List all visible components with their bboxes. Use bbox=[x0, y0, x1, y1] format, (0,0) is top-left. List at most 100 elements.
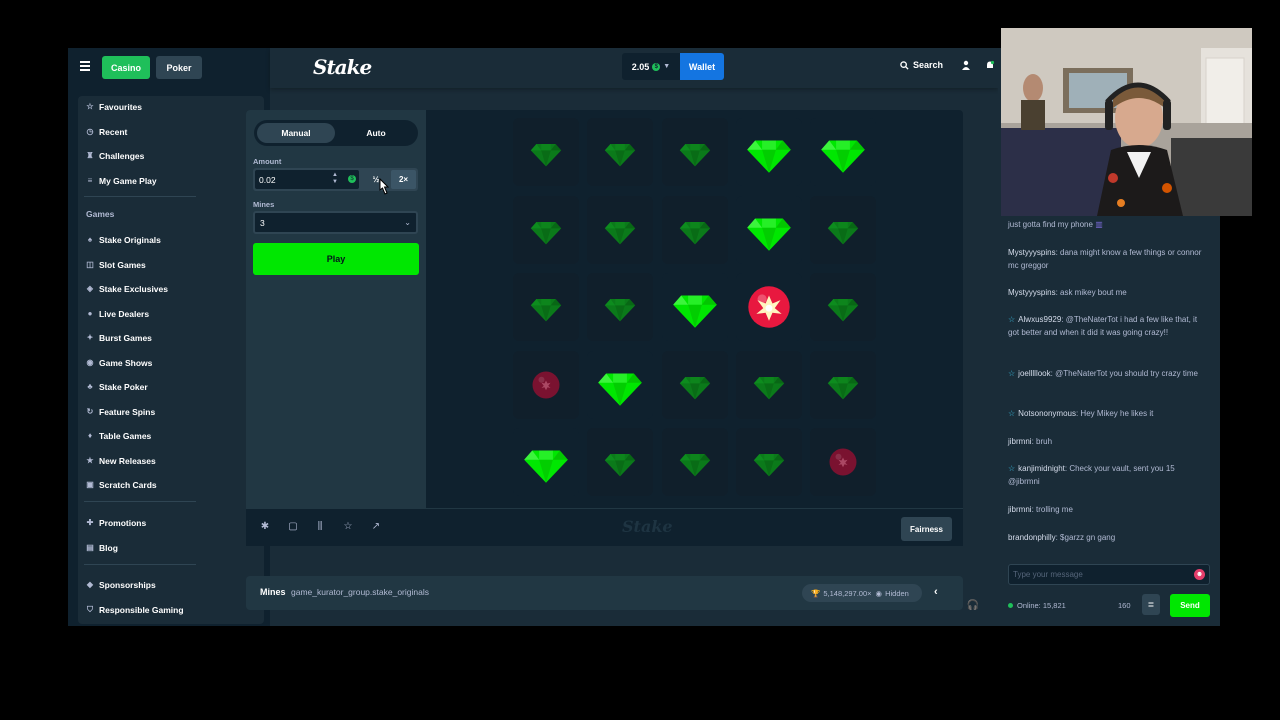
gem-tile-r2-c5[interactable] bbox=[810, 195, 877, 264]
gem-icon bbox=[524, 450, 568, 483]
sidebar-item-responsible-gaming[interactable]: ⛉ Responsible Gaming bbox=[86, 602, 184, 618]
chat-message-input[interactable]: Type your message ☻ bbox=[1008, 564, 1210, 585]
chat-username[interactable]: jibrmni bbox=[1008, 437, 1032, 446]
gem-tile-r4-c4[interactable] bbox=[735, 350, 802, 419]
chat-username[interactable]: joelllllook bbox=[1018, 369, 1050, 378]
burst-icon: ✦ bbox=[86, 333, 94, 342]
gem-icon bbox=[605, 299, 636, 322]
tab-manual[interactable]: Manual bbox=[257, 123, 335, 143]
sidebar-item-label: Game Shows bbox=[99, 358, 153, 368]
gem-tile-r2-c1[interactable] bbox=[513, 195, 579, 264]
wallet-button[interactable]: Wallet bbox=[680, 53, 724, 80]
sidebar-item-live-dealers[interactable]: ● Live Dealers bbox=[86, 306, 150, 322]
mines-select[interactable]: 3 ⌄ bbox=[253, 211, 418, 234]
gem-icon bbox=[679, 376, 710, 399]
chat-rules-icon[interactable]: ≣ bbox=[1142, 594, 1160, 615]
sidebar-item-game-shows[interactable]: ◉ Game Shows bbox=[86, 355, 153, 371]
settings-icon[interactable]: ✱ bbox=[259, 521, 271, 533]
gem-icon bbox=[679, 144, 710, 167]
sidebar-item-stake-originals[interactable]: ♠ Stake Originals bbox=[86, 232, 161, 248]
tab-poker[interactable]: Poker bbox=[156, 56, 202, 79]
sidebar-item-recent[interactable]: ◷ Recent bbox=[86, 124, 128, 140]
record-badge[interactable]: 🏆 5,148,297.00× ◉ Hidden bbox=[802, 584, 922, 602]
gem-tile-r1-c1[interactable] bbox=[513, 118, 579, 186]
chat-username[interactable]: kanjimidnight bbox=[1018, 464, 1065, 473]
balance-selector[interactable]: 2.05 $ ▼ bbox=[622, 53, 680, 80]
tab-auto[interactable]: Auto bbox=[337, 123, 415, 143]
gem-icon bbox=[598, 373, 643, 406]
menu-icon[interactable] bbox=[80, 61, 90, 71]
gem-tile-r2-c4[interactable] bbox=[735, 195, 802, 264]
sidebar-item-favourites[interactable]: ☆ Favourites bbox=[86, 99, 142, 115]
gem-icon bbox=[827, 299, 859, 322]
mines-label: Mines bbox=[253, 200, 275, 209]
gem-tile-r1-c3[interactable] bbox=[661, 118, 728, 186]
mine-tile-r3-c4[interactable] bbox=[735, 273, 802, 341]
sidebar-item-stake-exclusives[interactable]: ◈ Stake Exclusives bbox=[86, 281, 168, 297]
stake-logo[interactable]: Stake bbox=[313, 55, 372, 79]
gem-tile-r4-c5[interactable] bbox=[810, 350, 877, 419]
theatre-mode-icon[interactable]: ▢ bbox=[287, 521, 299, 533]
gem-tile-r5-c2[interactable] bbox=[587, 428, 654, 496]
sidebar-item-scratch-cards[interactable]: ▣ Scratch Cards bbox=[86, 477, 156, 493]
chat-message: ☆ joelllllook: @TheNaterTot you should tr… bbox=[1008, 367, 1208, 380]
chevron-left-icon[interactable]: ‹ bbox=[934, 586, 938, 598]
stats-icon[interactable]: ⫼ bbox=[314, 521, 326, 533]
clock-icon: ◷ bbox=[86, 127, 94, 136]
share-icon[interactable]: ↗ bbox=[370, 521, 382, 533]
favourite-star-icon[interactable]: ☆ bbox=[342, 521, 354, 533]
sidebar-item-my-game-play[interactable]: ≡ My Game Play bbox=[86, 173, 157, 189]
chat-username[interactable]: Notsononymous bbox=[1018, 409, 1076, 418]
sidebar-item-promotions[interactable]: ✚ Promotions bbox=[86, 515, 147, 531]
chat-username[interactable]: jibrmni bbox=[1008, 505, 1032, 514]
sidebar-item-sponsorships[interactable]: ◆ Sponsorships bbox=[86, 577, 156, 593]
sidebar-item-new-releases[interactable]: ★ New Releases bbox=[86, 453, 155, 469]
gem-tile-r2-c2[interactable] bbox=[587, 195, 654, 264]
mine-tile-r5-c5[interactable] bbox=[810, 428, 877, 496]
play-button[interactable]: Play bbox=[253, 243, 419, 275]
sidebar-item-stake-poker[interactable]: ♣ Stake Poker bbox=[86, 379, 147, 395]
gem-tile-r1-c4[interactable] bbox=[735, 118, 802, 186]
mine-tile-r4-c1[interactable] bbox=[513, 350, 579, 419]
sidebar-item-label: My Game Play bbox=[99, 176, 157, 186]
gem-tile-r3-c1[interactable] bbox=[513, 273, 579, 341]
sidebar-item-blog[interactable]: ▤ Blog bbox=[86, 540, 118, 556]
sidebar-item-burst-games[interactable]: ✦ Burst Games bbox=[86, 330, 152, 346]
search-button[interactable]: Search bbox=[900, 60, 943, 70]
chat-username[interactable]: Alwxus9929 bbox=[1018, 315, 1061, 324]
chat-username[interactable]: brandonphilly bbox=[1008, 533, 1056, 542]
game-title: Mines bbox=[260, 587, 286, 597]
tab-casino[interactable]: Casino bbox=[102, 56, 150, 79]
sidebar-item-slot-games[interactable]: ◫ Slot Games bbox=[86, 257, 146, 273]
double-bet-button[interactable]: 2× bbox=[391, 170, 416, 189]
gem-tile-r4-c3[interactable] bbox=[661, 350, 728, 419]
gem-tile-r2-c3[interactable] bbox=[661, 195, 728, 264]
gem-tile-r5-c1[interactable] bbox=[513, 428, 579, 496]
top-header: Stake 2.05 $ ▼ Wallet Search bbox=[270, 48, 1020, 88]
sidebar-item-table-games[interactable]: ♦ Table Games bbox=[86, 428, 151, 444]
chat-username[interactable]: Mystyyyspins bbox=[1008, 288, 1056, 297]
send-button[interactable]: Send bbox=[1170, 594, 1210, 617]
chat-username[interactable]: Mystyyyspins bbox=[1008, 248, 1056, 257]
sidebar-item-label: Feature Spins bbox=[99, 407, 156, 417]
headset-icon[interactable]: 🎧 bbox=[966, 600, 980, 614]
sidebar-item-feature-spins[interactable]: ↻ Feature Spins bbox=[86, 404, 156, 420]
gem-tile-r5-c4[interactable] bbox=[735, 428, 802, 496]
gem-tile-r4-c2[interactable] bbox=[587, 350, 654, 419]
sidebar-item-challenges[interactable]: ♜ Challenges bbox=[86, 148, 144, 164]
gem-tile-r3-c2[interactable] bbox=[587, 273, 654, 341]
gem-tile-r1-c2[interactable] bbox=[587, 118, 654, 186]
gem-tile-r3-c3[interactable] bbox=[661, 273, 728, 341]
gem-tile-r5-c3[interactable] bbox=[661, 428, 728, 496]
stepper-icon[interactable]: ▲ ▼ bbox=[332, 172, 338, 186]
fairness-button[interactable]: Fairness bbox=[901, 517, 952, 541]
mine-icon bbox=[748, 286, 790, 328]
gem-icon bbox=[672, 295, 717, 328]
user-icon[interactable] bbox=[960, 60, 972, 72]
gem-icon bbox=[605, 221, 636, 244]
bet-amount-input[interactable]: 0.02 bbox=[255, 170, 359, 189]
notifications-icon[interactable] bbox=[984, 60, 996, 72]
gem-tile-r1-c5[interactable] bbox=[810, 118, 877, 186]
emoji-icon[interactable]: ☻ bbox=[1194, 569, 1205, 580]
gem-tile-r3-c5[interactable] bbox=[810, 273, 877, 341]
